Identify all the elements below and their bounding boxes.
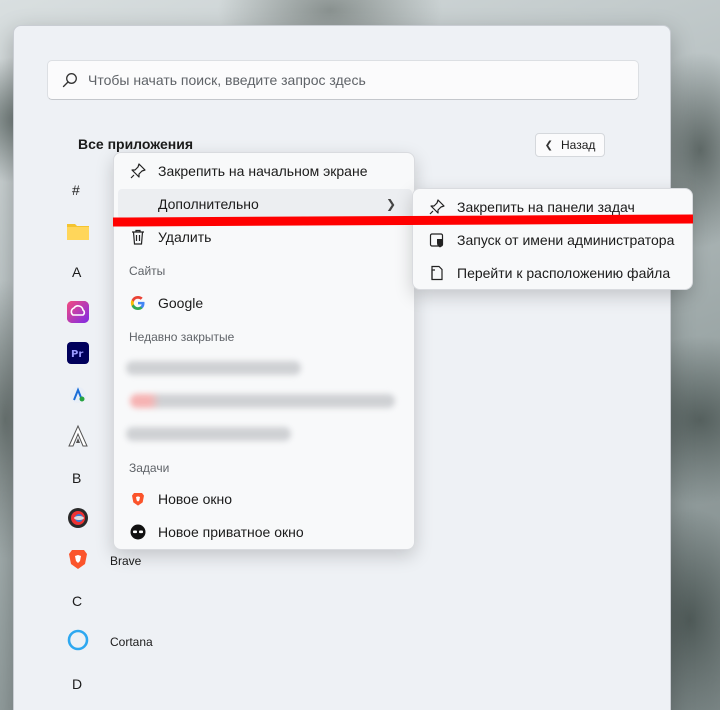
menu-item-uninstall-label: Удалить [158,229,212,245]
menu-group-tasks: Задачи [129,461,170,475]
menu-item-new-window-label: Новое окно [158,491,233,507]
menu-item-pin-start[interactable]: Закрепить на начальном экране [118,156,412,186]
brave-icon [129,490,147,508]
search-input[interactable]: Чтобы начать поиск, введите запрос здесь [47,60,639,100]
menu-item-open-location[interactable]: Перейти к расположению файла [417,258,690,288]
svg-text:Pr: Pr [71,349,83,360]
letter-header-hash[interactable]: # [72,182,80,198]
menu-item-google[interactable]: Google [118,288,412,318]
back-button-label: Назад [561,138,596,152]
shield-window-icon [428,231,446,249]
assassins-creed-icon[interactable] [66,424,90,448]
blank-icon [129,195,147,213]
menu-item-open-location-label: Перейти к расположению файла [457,265,671,281]
trash-icon [129,228,147,246]
recent-item-blurred[interactable] [126,427,291,441]
file-location-icon [428,264,446,282]
letter-header-b[interactable]: B [72,470,81,486]
premiere-pro-icon[interactable]: Pr [66,341,90,365]
search-icon [62,73,77,88]
menu-item-new-window[interactable]: Новое окно [118,484,412,514]
cortana-icon[interactable] [66,628,90,652]
menu-item-pin-start-label: Закрепить на начальном экране [158,163,368,179]
menu-item-run-as-admin[interactable]: Запуск от имени администратора [417,225,690,255]
pin-icon [129,162,147,180]
search-placeholder: Чтобы начать поиск, введите запрос здесь [88,72,366,88]
letter-header-c[interactable]: C [72,593,82,609]
brave-icon[interactable] [66,547,90,571]
menu-item-google-label: Google [158,295,204,311]
creative-cloud-icon[interactable] [66,300,90,324]
menu-item-uninstall[interactable]: Удалить [118,222,412,252]
recent-item-blurred[interactable] [126,361,301,375]
context-menu: Закрепить на начальном экране Дополнител… [113,152,415,550]
folder-icon[interactable] [66,219,90,243]
chevron-right-icon: ❯ [385,197,396,211]
back-button[interactable]: ❮ Назад [535,133,605,157]
menu-item-pin-taskbar-label: Закрепить на панели задач [457,199,635,215]
google-icon [129,294,147,312]
menu-item-run-as-admin-label: Запуск от имени администратора [457,232,675,248]
app-icon-b[interactable] [66,506,90,530]
chevron-left-icon: ❮ [544,139,553,151]
recent-item-blurred[interactable] [130,394,395,408]
menu-group-sites: Сайты [129,264,166,278]
app-name-brave[interactable]: Brave [110,554,141,568]
app-icon-a[interactable] [66,383,90,407]
letter-header-a[interactable]: A [72,264,81,280]
private-window-icon [129,523,147,541]
submenu-more: Закрепить на панели задач Запуск от имен… [412,188,693,290]
app-name-cortana[interactable]: Cortana [110,635,153,649]
menu-item-new-private-window-label: Новое приватное окно [158,524,304,540]
menu-item-more-label: Дополнительно [158,196,259,212]
letter-header-d[interactable]: D [72,676,82,692]
menu-item-more[interactable]: Дополнительно ❯ [118,189,412,219]
pin-icon [428,198,446,216]
menu-group-recent: Недавно закрытые [129,330,235,344]
menu-item-new-private-window[interactable]: Новое приватное окно [118,517,412,547]
all-apps-title: Все приложения [78,136,194,152]
